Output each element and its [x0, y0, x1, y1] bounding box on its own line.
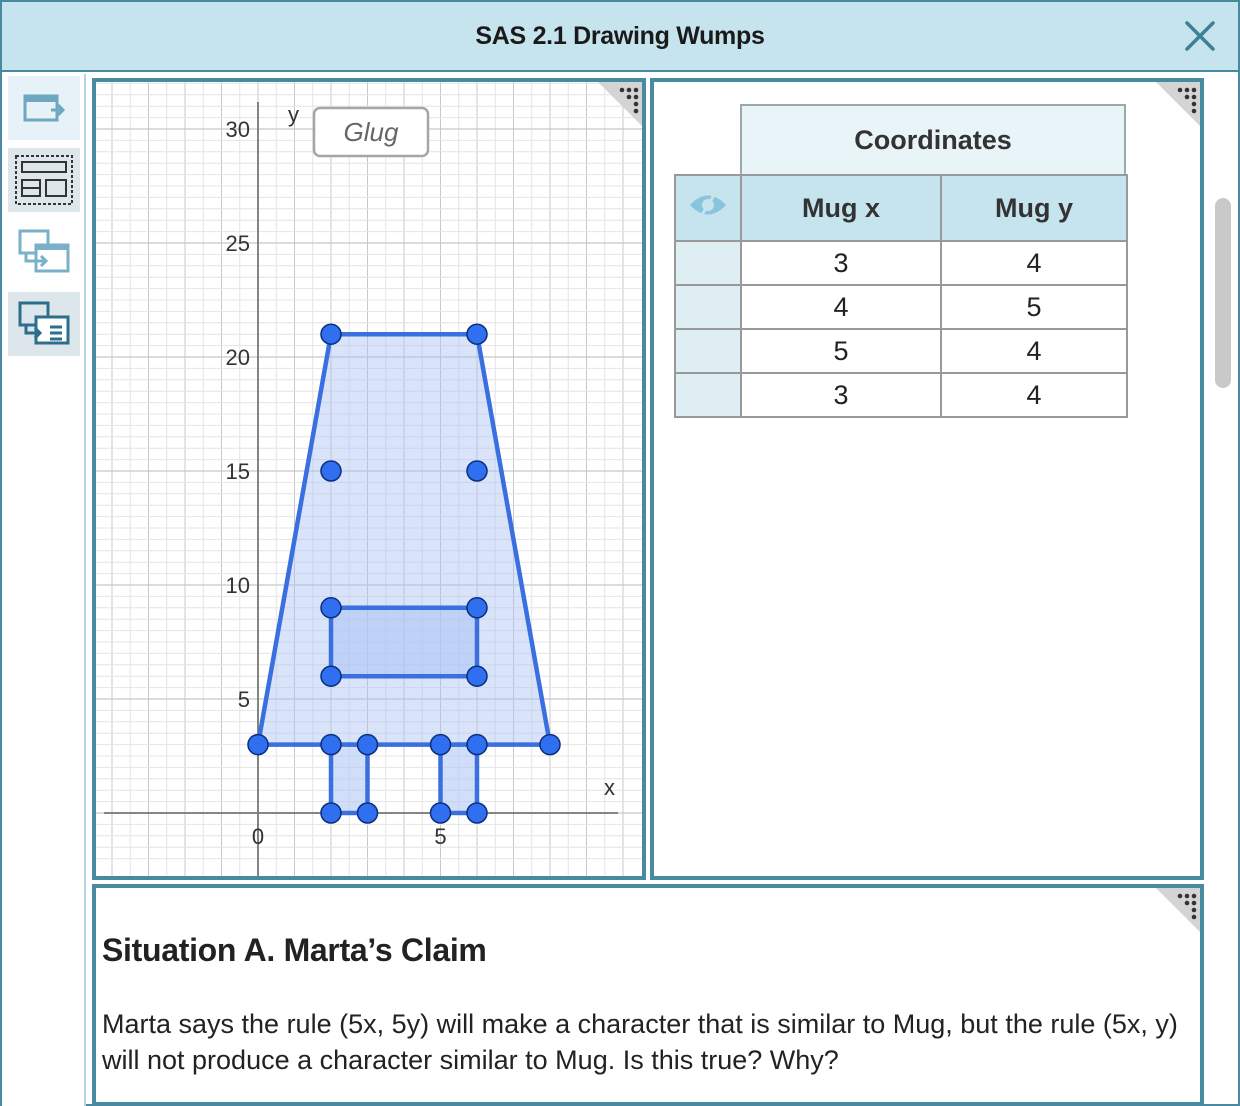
cell-mug-y[interactable]: 5	[940, 284, 1128, 330]
glug-label-box[interactable]: Glug	[312, 106, 430, 158]
graph-point[interactable]	[466, 323, 488, 345]
table-title: Coordinates	[740, 104, 1126, 174]
situation-panel: Situation A. Marta’s Claim Marta says th…	[92, 884, 1204, 1106]
graph-point[interactable]	[356, 733, 379, 756]
y-tick-label: 10	[226, 573, 250, 598]
coordinates-table: Mug x Mug y 3 4 4 5 5 4 3 4	[674, 174, 1128, 418]
shape-right-leg	[438, 742, 480, 816]
situation-title: Situation A. Marta’s Claim	[102, 932, 487, 968]
coordinate-graph[interactable]: 30 25 20 15 10 5 0 5 x y Glug	[96, 82, 642, 876]
y-tick-label: 5	[238, 687, 250, 712]
column-header-mug-y[interactable]: Mug y	[940, 174, 1128, 242]
graph-point[interactable]	[320, 733, 342, 756]
table-row: 3 4	[674, 372, 1128, 418]
graph-point[interactable]	[320, 597, 342, 619]
graph-point[interactable]	[466, 665, 488, 687]
y-tick-label: 25	[226, 231, 250, 256]
table-row: 3 4	[674, 240, 1128, 286]
cell-mug-y[interactable]: 4	[940, 240, 1128, 286]
panel-menu-icon[interactable]	[598, 82, 642, 126]
situation-text: Marta says the rule (5x, 5y) will make a…	[102, 1009, 1178, 1075]
y-tick-label: 20	[226, 345, 250, 370]
row-marker	[674, 240, 742, 286]
visibility-toggle[interactable]	[674, 174, 742, 242]
screen-share-button[interactable]	[8, 76, 80, 140]
y-axis-label: y	[288, 102, 299, 127]
graph-point[interactable]	[429, 733, 452, 756]
close-icon[interactable]	[1182, 18, 1218, 54]
x-axis-label: x	[604, 775, 615, 800]
graph-point[interactable]	[356, 802, 379, 824]
y-tick-label: 30	[226, 117, 250, 142]
screen-transfer-button[interactable]	[8, 220, 80, 284]
panel-menu-icon[interactable]	[1156, 888, 1200, 932]
graph-point[interactable]	[320, 802, 342, 824]
graph-point[interactable]	[466, 460, 488, 482]
activity-window: SAS 2.1 Drawing Wumps 30 25 20 15 10 5 0…	[0, 0, 1240, 1106]
graph-point[interactable]	[466, 597, 488, 619]
graph-point[interactable]	[466, 733, 488, 756]
tool-strip	[2, 74, 86, 1106]
graph-shapes	[255, 331, 553, 816]
graph-point[interactable]	[320, 665, 342, 687]
cell-mug-x[interactable]: 5	[740, 328, 942, 374]
cell-mug-y[interactable]: 4	[940, 372, 1128, 418]
layout-button[interactable]	[8, 148, 80, 212]
y-tick-label: 15	[226, 459, 250, 484]
glug-label: Glug	[344, 117, 399, 147]
cell-mug-x[interactable]: 3	[740, 372, 942, 418]
window-title: SAS 2.1 Drawing Wumps	[475, 22, 765, 50]
shape-body	[255, 331, 553, 747]
graph-point[interactable]	[466, 802, 488, 824]
table-panel: Coordinates Mug x Mug y 3 4 4 5 5 4 3 4	[650, 78, 1204, 880]
eye-hidden-icon	[690, 190, 726, 219]
row-marker	[674, 372, 742, 418]
panel-menu-icon[interactable]	[1156, 82, 1200, 126]
row-marker	[674, 328, 742, 374]
table-row: 4 5	[674, 284, 1128, 330]
cell-mug-x[interactable]: 3	[740, 240, 942, 286]
cell-mug-y[interactable]: 4	[940, 328, 1128, 374]
title-bar: SAS 2.1 Drawing Wumps	[2, 2, 1238, 72]
shape-inner	[328, 605, 480, 679]
graph-point[interactable]	[429, 802, 452, 824]
graph-point[interactable]	[539, 733, 561, 756]
x-tick-label: 0	[252, 824, 264, 849]
row-marker	[674, 284, 742, 330]
shape-left-leg	[328, 742, 370, 816]
cell-mug-x[interactable]: 4	[740, 284, 942, 330]
graph-point[interactable]	[247, 733, 269, 756]
screen-share-icon	[23, 94, 66, 122]
graph-point[interactable]	[320, 460, 342, 482]
column-header-mug-x[interactable]: Mug x	[740, 174, 942, 242]
graph-point[interactable]	[320, 323, 342, 345]
x-tick-label: 5	[434, 824, 446, 849]
layout-icon	[15, 155, 73, 205]
table-row: 5 4	[674, 328, 1128, 374]
screen-transfer-icon	[18, 229, 70, 273]
screen-transfer-text-button[interactable]	[8, 292, 80, 356]
graph-panel: 30 25 20 15 10 5 0 5 x y Glug	[92, 78, 646, 880]
scrollbar[interactable]	[1215, 198, 1231, 388]
screen-transfer-text-icon	[18, 301, 70, 345]
